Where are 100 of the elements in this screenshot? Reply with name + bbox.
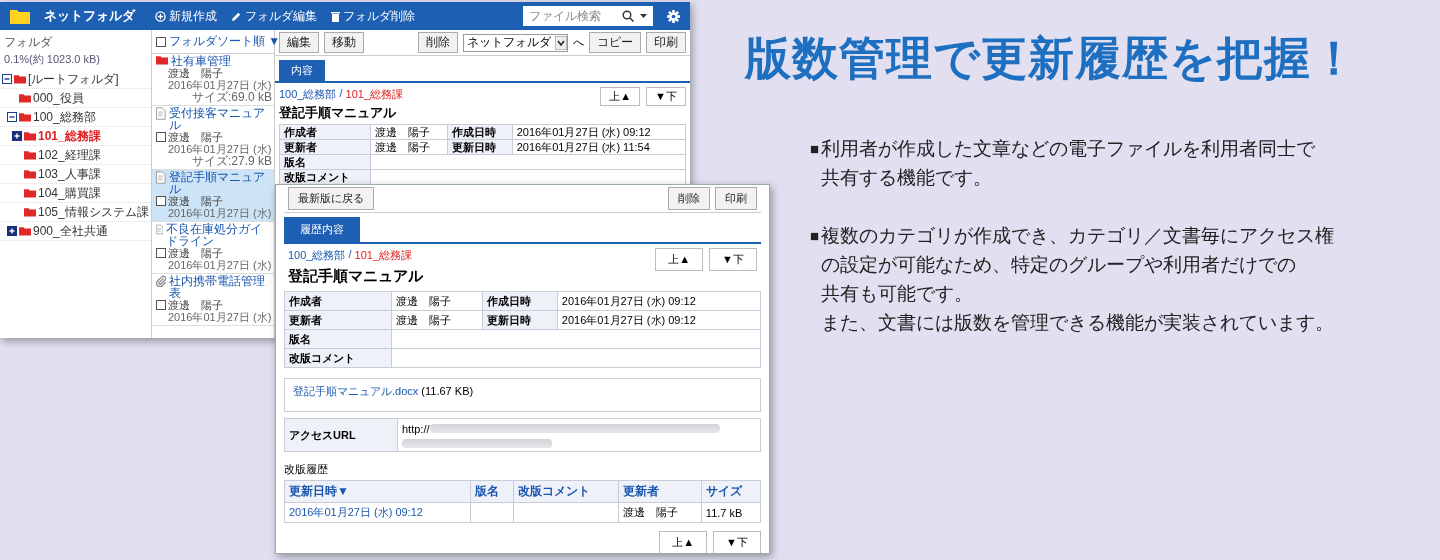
item-title[interactable]: 受付接客マニュアル <box>168 107 272 131</box>
tree-item[interactable]: 101_総務課 <box>38 127 101 145</box>
header-action[interactable]: フォルダ削除 <box>343 7 415 25</box>
breadcrumb-separator: / <box>339 87 343 101</box>
tree-title: フォルダ <box>4 34 53 51</box>
folder-icon <box>24 131 36 141</box>
search-field[interactable]: ファイル検索 <box>523 6 653 26</box>
bullet-marker: ■ <box>810 139 820 159</box>
expand-icon[interactable] <box>7 226 17 236</box>
expand-icon[interactable] <box>12 131 22 141</box>
property-value: 渡邊 陽子 <box>370 124 448 140</box>
collapse-icon[interactable] <box>2 74 12 84</box>
document-icon <box>156 107 166 120</box>
toolbar-button[interactable]: 削除 <box>668 187 710 210</box>
column-header[interactable]: 版名 <box>470 480 513 503</box>
property-value: 渡邊 陽子 <box>391 291 483 311</box>
toolbar-button[interactable]: 印刷 <box>646 32 686 53</box>
toolbar-label: へ <box>573 35 584 50</box>
property-label: アクセスURL <box>284 418 398 452</box>
pencil-icon <box>231 10 242 22</box>
file-size: (11.67 KB) <box>421 385 474 397</box>
checkbox[interactable] <box>156 36 166 47</box>
tab[interactable]: 内容 <box>279 60 325 81</box>
tree-item[interactable]: 102_経理課 <box>38 146 101 164</box>
toolbar-button[interactable]: 編集 <box>279 32 319 53</box>
column-header[interactable]: 更新者 <box>618 480 702 503</box>
column-header[interactable]: 更新日時▼ <box>284 480 471 503</box>
trash-icon <box>331 10 340 22</box>
bullet-marker: ■ <box>810 226 820 246</box>
item-title[interactable]: 社有車管理 <box>171 55 231 67</box>
nav-button[interactable]: ▼下 <box>709 248 757 271</box>
list-item[interactable]: 社内携帯電話管理表 渡邊 陽子 2016年01月27日 (水) <box>152 274 274 326</box>
item-author: 渡邊 陽子 <box>168 247 224 259</box>
nav-button[interactable]: 上▲ <box>659 531 708 553</box>
breadcrumb-link[interactable]: 100_総務部 <box>279 87 337 102</box>
tab[interactable]: 履歴内容 <box>284 217 360 242</box>
collapse-icon[interactable] <box>7 112 17 122</box>
file-link[interactable]: 登記手順マニュアル.docx <box>293 385 419 397</box>
column-header[interactable]: 改版コメント <box>513 480 619 503</box>
folder-select[interactable]: ネットフォルダ <box>463 33 568 52</box>
property-label: 作成日時 <box>482 291 558 311</box>
tree-item[interactable]: [ルートフォルダ] <box>28 70 119 88</box>
folder-icon <box>24 188 36 198</box>
tree-item[interactable]: 900_全社共通 <box>33 222 108 240</box>
folder-icon <box>10 8 30 24</box>
header-action[interactable]: 新規作成 <box>169 7 217 25</box>
header-action[interactable]: フォルダ編集 <box>245 7 317 25</box>
item-title[interactable]: 社内携帯電話管理表 <box>169 275 272 299</box>
checkbox[interactable] <box>156 132 166 142</box>
toolbar-button[interactable]: 移動 <box>324 32 364 53</box>
toolbar-button[interactable]: 削除 <box>418 32 458 53</box>
checkbox[interactable] <box>156 248 166 258</box>
breadcrumb-link[interactable]: 101_総務課 <box>345 87 404 102</box>
checkbox[interactable] <box>156 300 166 310</box>
breadcrumb-separator: / <box>348 248 352 262</box>
item-author: 渡邊 陽子 <box>168 195 224 207</box>
headline: 版数管理で更新履歴を把握！ <box>745 31 1359 86</box>
item-title[interactable]: 登記手順マニュアル <box>168 171 272 195</box>
folder-icon <box>24 169 36 179</box>
sort-dropdown[interactable]: フォルダソート順 ▼ <box>169 33 281 50</box>
item-date: 2016年01月27日 (水) <box>168 207 272 219</box>
property-label: 作成日時 <box>448 124 513 140</box>
tree-item[interactable]: 000_役員 <box>33 89 84 107</box>
checkbox[interactable] <box>156 196 166 206</box>
item-date: 2016年01月27日 (水) <box>168 79 272 91</box>
property-value: 2016年01月27日 (水) 09:12 <box>557 291 761 311</box>
property-value: 2016年01月27日 (水) 11:54 <box>512 139 686 155</box>
list-item[interactable]: 不良在庫処分ガイドライン 渡邊 陽子 2016年01月27日 (水) <box>152 222 274 274</box>
settings-icon[interactable] <box>667 9 680 23</box>
property-label: 作成者 <box>284 291 392 311</box>
item-author: 渡邊 陽子 <box>168 67 224 79</box>
nav-button[interactable]: 上▲ <box>655 248 704 271</box>
nav-button[interactable]: ▼下 <box>646 87 686 106</box>
folder-icon <box>14 74 26 84</box>
column-header[interactable]: サイズ <box>701 480 761 503</box>
item-author: 渡邊 陽子 <box>168 131 224 143</box>
item-title[interactable]: 不良在庫処分ガイドライン <box>166 223 272 247</box>
item-date: 2016年01月27日 (水) <box>168 311 272 323</box>
toolbar-button[interactable]: 印刷 <box>715 187 757 210</box>
property-value: 渡邊 陽子 <box>370 139 448 155</box>
item-date: 2016年01月27日 (水) <box>168 259 272 271</box>
tree-item[interactable]: 100_総務部 <box>33 108 96 126</box>
tree-item[interactable]: 104_購買課 <box>38 184 101 202</box>
tree-item[interactable]: 105_情報システム課 <box>38 203 149 221</box>
item-size: サイズ:27.9 kB <box>191 155 272 167</box>
list-item[interactable]: 社有車管理 渡邊 陽子 2016年01月27日 (水) サイズ:69.0 kB <box>152 54 274 106</box>
folder-icon <box>24 207 36 217</box>
usage-text: 0.1%(約 1023.0 kB) <box>4 52 101 67</box>
folder-icon <box>19 93 31 103</box>
dropdown-arrow-icon <box>555 35 567 50</box>
list-item[interactable]: 登記手順マニュアル 渡邊 陽子 2016年01月27日 (水) <box>152 170 274 222</box>
toolbar-button[interactable]: コピー <box>589 32 641 53</box>
caret-icon <box>640 14 647 18</box>
breadcrumb-link[interactable]: 100_総務部 <box>288 248 346 263</box>
tree-item[interactable]: 103_人事課 <box>38 165 101 183</box>
nav-button[interactable]: 上▲ <box>600 87 641 106</box>
paperclip-icon <box>156 275 167 287</box>
toolbar-button[interactable]: 最新版に戻る <box>288 187 374 210</box>
breadcrumb-link[interactable]: 101_総務課 <box>354 248 413 263</box>
nav-button[interactable]: ▼下 <box>713 531 761 553</box>
